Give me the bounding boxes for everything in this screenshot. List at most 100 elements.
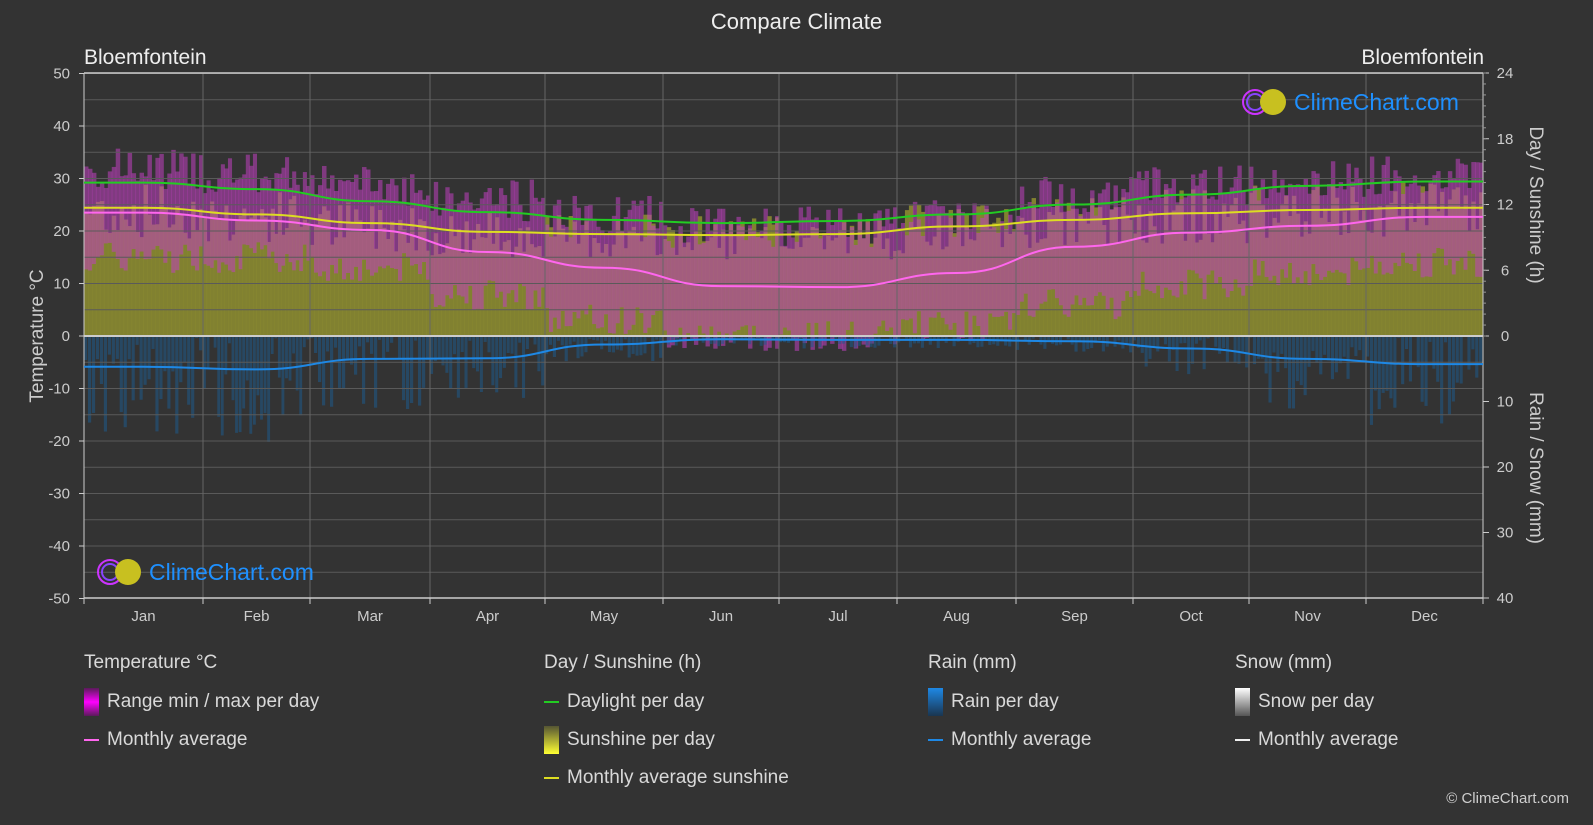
rain-bar — [199, 336, 203, 351]
temp-range-bar — [1000, 221, 1005, 317]
rain-bar — [119, 336, 123, 413]
rain-bar — [518, 336, 522, 343]
temp-range-bar — [127, 152, 133, 259]
temp-range-bar — [382, 199, 387, 269]
chart-title: Compare Climate — [710, 9, 883, 34]
rain-bar — [1252, 336, 1257, 365]
rain-bar — [576, 336, 580, 359]
rain-bar — [1179, 336, 1183, 344]
temp-range-bar — [299, 194, 304, 272]
rain-bar — [292, 336, 296, 354]
temp-range-bar — [1101, 189, 1107, 296]
legend-label: Sunshine per day — [567, 729, 715, 750]
temp-range-bar — [1249, 166, 1254, 286]
temp-range-bar — [483, 192, 488, 286]
rain-bar — [277, 336, 281, 378]
temp-range-bar — [912, 201, 918, 334]
temp-range-bar — [410, 174, 415, 266]
temp-range-bar — [1424, 191, 1429, 277]
temp-range-bar — [1291, 185, 1297, 284]
y-axis-title-right-top: Day / Sunshine (h) — [1525, 126, 1546, 283]
rain-bar — [95, 336, 100, 360]
rain-bar — [810, 336, 814, 348]
temp-range-bar — [103, 187, 109, 244]
location-left: Bloemfontein — [84, 46, 207, 69]
temp-range-bar — [119, 176, 125, 269]
temp-range-bar — [418, 190, 423, 275]
rain-bar — [873, 336, 877, 348]
temp-range-bar — [1408, 183, 1414, 265]
temp-range-bar — [518, 204, 523, 284]
rain-bar — [479, 336, 483, 393]
temp-range-bar — [1315, 173, 1320, 274]
y-tick-label-left: -30 — [48, 486, 70, 503]
temp-range-bar — [342, 181, 347, 280]
temp-range-bar — [1412, 175, 1418, 271]
rain-bar — [1280, 336, 1284, 354]
temp-range-bar — [402, 177, 407, 254]
rain-bar — [1156, 336, 1160, 352]
x-tick-label: Jul — [828, 608, 847, 625]
temp-range-bar — [1082, 208, 1087, 298]
temp-range-bar — [151, 180, 156, 250]
temp-range-bar — [1447, 171, 1453, 260]
rain-bar — [187, 336, 191, 405]
temp-range-bar — [889, 223, 894, 328]
rain-bar — [1455, 336, 1459, 383]
rain-bar — [1218, 336, 1222, 354]
temp-range-bar — [1358, 178, 1363, 270]
rain-bar — [288, 336, 292, 381]
temp-range-bar — [1058, 184, 1064, 306]
line-icon — [544, 777, 559, 779]
rain-bar — [281, 336, 285, 416]
temp-range-bar — [643, 237, 648, 333]
logo-text: ClimeChart.com — [1294, 88, 1459, 115]
rain-bar — [627, 336, 631, 358]
temp-range-bar — [1467, 187, 1472, 251]
temp-range-bar — [499, 188, 504, 292]
temp-range-bar — [709, 230, 714, 327]
rain-bar — [1408, 336, 1413, 382]
temp-range-bar — [95, 186, 101, 258]
temp-range-bar — [826, 209, 831, 322]
y-axis-title-right-bottom: Rain / Snow (mm) — [1525, 392, 1546, 544]
x-tick-label: Apr — [476, 608, 499, 625]
temp-range-bar — [334, 190, 339, 274]
temp-range-bar — [479, 198, 485, 310]
temp-range-bar — [1272, 170, 1277, 276]
rain-bar — [802, 336, 806, 349]
temp-range-bar — [924, 205, 930, 338]
temp-range-bar — [877, 210, 882, 327]
temp-range-bar — [596, 226, 601, 329]
temp-range-bar — [721, 208, 726, 346]
x-tick-label: Nov — [1294, 608, 1321, 625]
temp-range-bar — [292, 171, 297, 271]
rain-bar — [849, 336, 853, 348]
logo-bottom[interactable]: ClimeChart.com — [95, 557, 314, 587]
temp-range-bar — [510, 180, 515, 291]
legend-item-range: Range min / max per day — [84, 688, 319, 716]
temp-range-bar — [584, 205, 589, 315]
temp-range-bar — [1198, 173, 1204, 279]
temp-range-bar — [1330, 161, 1336, 273]
y-tick-label-left: 0 — [62, 328, 70, 345]
rain-bar — [491, 336, 495, 386]
temp-range-bar — [1194, 185, 1200, 274]
temp-range-bar — [1218, 166, 1223, 278]
y-tick-label-right-bottom: 40 — [1497, 590, 1514, 607]
legend-title: Rain (mm) — [928, 652, 1017, 673]
logo-top[interactable]: ClimeChart.com — [1240, 87, 1459, 117]
line-icon — [84, 739, 99, 741]
rain-bar — [853, 336, 857, 348]
temp-range-bar — [928, 204, 934, 318]
rain-bar — [639, 336, 643, 356]
rain-bar — [1346, 336, 1350, 379]
legend-temperature: Temperature °C Range min / max per day M… — [84, 652, 319, 764]
rain-bar — [1401, 336, 1405, 385]
legend-label: Daylight per day — [567, 691, 705, 712]
legend-rain: Rain (mm) Rain per day Monthly average — [928, 652, 1091, 764]
temp-range-bar — [1202, 169, 1207, 300]
rain-bar — [1241, 336, 1245, 354]
temp-range-bar — [1167, 188, 1173, 290]
temp-range-bar — [135, 180, 141, 259]
